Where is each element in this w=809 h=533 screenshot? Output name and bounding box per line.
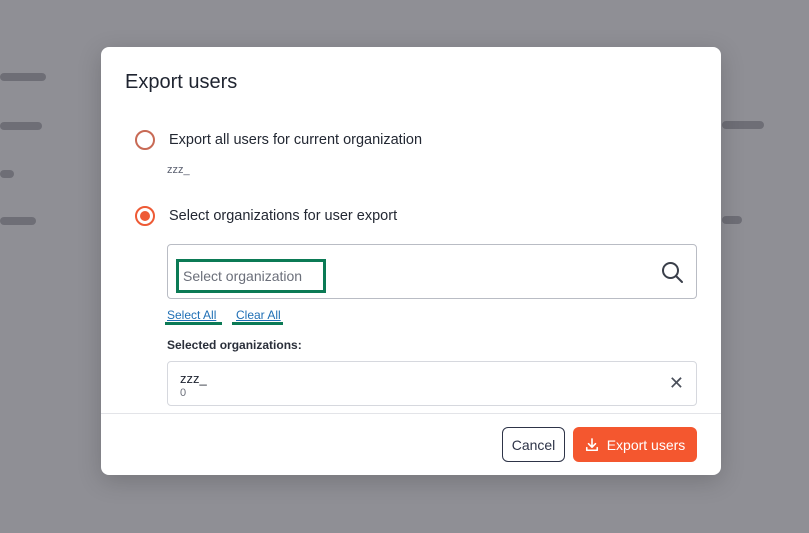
- export-users-button[interactable]: Export users: [573, 427, 697, 462]
- download-icon: [585, 437, 598, 451]
- selected-organizations-heading: Selected organizations:: [167, 338, 302, 352]
- search-icon[interactable]: [660, 260, 684, 284]
- search-input-highlight: [176, 259, 331, 293]
- footer-divider: [101, 413, 721, 414]
- select-all-link[interactable]: Select All: [167, 308, 216, 322]
- selected-organization-name: zzz_: [180, 371, 207, 386]
- current-organization-name: zzz_: [167, 164, 190, 176]
- cancel-button[interactable]: Cancel: [502, 427, 565, 462]
- export-all-label: Export all users for current organizatio…: [169, 132, 423, 148]
- export-all-option[interactable]: Export all users for current organizatio…: [135, 130, 422, 150]
- export-users-label: Export users: [606, 436, 686, 453]
- clear-all-link[interactable]: Clear All: [236, 308, 281, 322]
- export-users-dialog: Export users Export all users for curren…: [101, 47, 721, 475]
- dialog-title: Export users: [125, 71, 238, 93]
- select-organizations-label: Select organizations for user export: [169, 208, 398, 224]
- selected-organization-item: zzz_ 0 ✕: [167, 361, 697, 406]
- close-icon[interactable]: ✕: [669, 373, 684, 393]
- clear-all-highlight: [232, 322, 283, 325]
- select-all-highlight: [165, 322, 222, 325]
- select-organizations-option[interactable]: Select organizations for user export: [135, 206, 397, 226]
- export-all-radio[interactable]: [135, 130, 155, 150]
- organization-search-input[interactable]: [179, 262, 331, 290]
- selected-organization-id: 0: [180, 387, 187, 399]
- organization-search-box[interactable]: [167, 244, 697, 299]
- select-organizations-radio[interactable]: [135, 206, 155, 226]
